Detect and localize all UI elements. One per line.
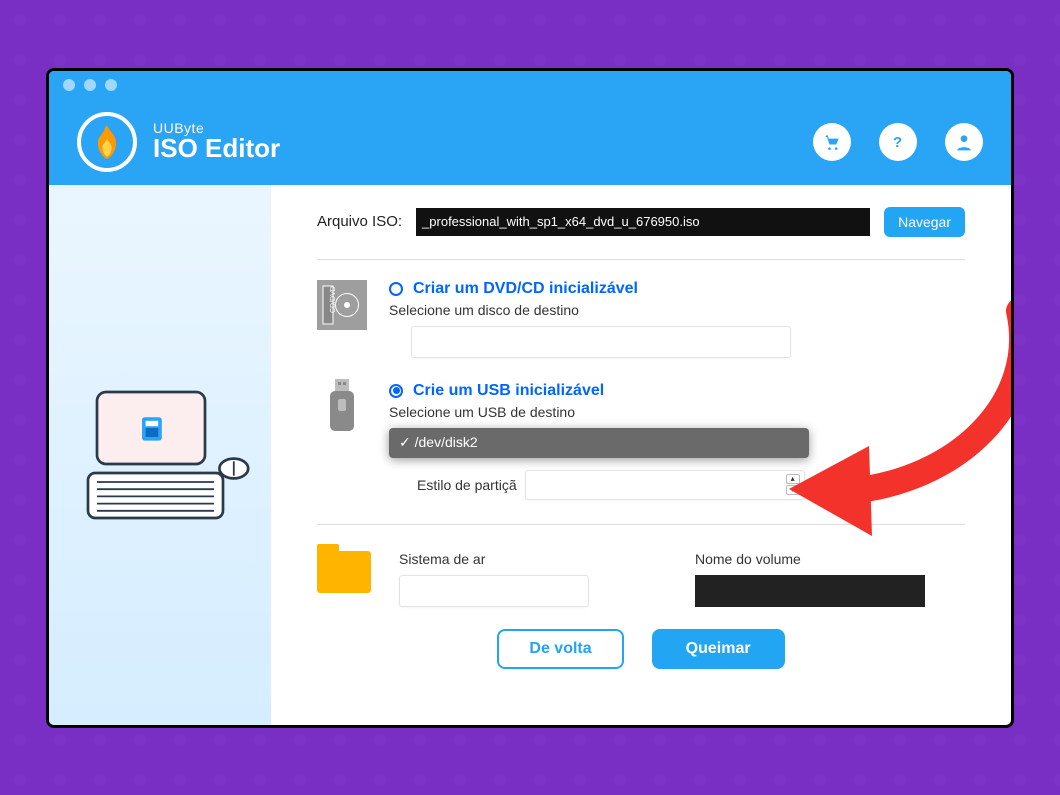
- app-logo: [77, 112, 137, 172]
- partition-style-label: Estilo de partiçã: [417, 477, 517, 493]
- volume-name-input[interactable]: [695, 575, 925, 607]
- laptop-illustration: [70, 374, 250, 536]
- usb-target-dropdown[interactable]: ✓ /dev/disk2: [389, 428, 809, 458]
- browse-button[interactable]: Navegar: [884, 207, 965, 237]
- usb-icon: [317, 382, 367, 432]
- radio-usb[interactable]: [389, 384, 403, 398]
- account-button[interactable]: [945, 123, 983, 161]
- option-usb-title: Crie um USB inicializável: [413, 382, 604, 400]
- window-titlebar: [49, 71, 1011, 99]
- action-row: De volta Queimar: [317, 629, 965, 669]
- iso-row: Arquivo ISO: _professional_with_sp1_x64_…: [317, 207, 965, 237]
- volume-name-label: Nome do volume: [695, 551, 925, 567]
- flame-icon: [93, 125, 121, 159]
- help-icon: ?: [888, 132, 908, 152]
- back-button[interactable]: De volta: [497, 629, 623, 669]
- stepper-icon: ▴▾: [786, 474, 800, 495]
- burn-button[interactable]: Queimar: [652, 629, 785, 669]
- svg-text:?: ?: [893, 134, 902, 151]
- sidebar: [49, 185, 271, 725]
- option-dvd: CD/DVD Criar um DVD/CD inicializável Sel…: [317, 280, 965, 358]
- usb-target-selected: ✓ /dev/disk2: [399, 434, 478, 451]
- folder-icon: [317, 551, 371, 593]
- option-dvd-title: Criar um DVD/CD inicializável: [413, 280, 638, 298]
- filesystem-label: Sistema de ar: [399, 551, 589, 567]
- option-usb: Crie um USB inicializável Selecione um U…: [317, 382, 965, 500]
- help-button[interactable]: ?: [879, 123, 917, 161]
- brand-big-text: ISO Editor: [153, 135, 280, 162]
- minimize-traffic-light[interactable]: [84, 79, 96, 91]
- partition-style-select[interactable]: ▴▾: [525, 470, 805, 500]
- maximize-traffic-light[interactable]: [105, 79, 117, 91]
- cart-button[interactable]: [813, 123, 851, 161]
- iso-filename-field[interactable]: _professional_with_sp1_x64_dvd_u_676950.…: [416, 208, 870, 236]
- dvd-icon: CD/DVD: [317, 280, 367, 330]
- close-traffic-light[interactable]: [63, 79, 75, 91]
- filesystem-select[interactable]: [399, 575, 589, 607]
- iso-filename-text: _professional_with_sp1_x64_dvd_u_676950.…: [422, 214, 700, 229]
- app-header: UUByte ISO Editor ?: [49, 99, 1011, 185]
- app-window: UUByte ISO Editor ?: [46, 68, 1014, 728]
- bottom-fields: Sistema de ar Nome do volume: [317, 551, 965, 607]
- main-panel: Arquivo ISO: _professional_with_sp1_x64_…: [271, 185, 1011, 725]
- cart-icon: [822, 132, 842, 152]
- divider-2: [317, 524, 965, 525]
- divider: [317, 259, 965, 260]
- user-icon: [954, 132, 974, 152]
- option-usb-subtitle: Selecione um USB de destino: [389, 404, 965, 420]
- brand-block: UUByte ISO Editor: [153, 121, 280, 163]
- radio-dvd[interactable]: [389, 282, 403, 296]
- dvd-target-select[interactable]: [411, 326, 791, 358]
- option-dvd-subtitle: Selecione um disco de destino: [389, 302, 965, 318]
- iso-label: Arquivo ISO:: [317, 213, 402, 230]
